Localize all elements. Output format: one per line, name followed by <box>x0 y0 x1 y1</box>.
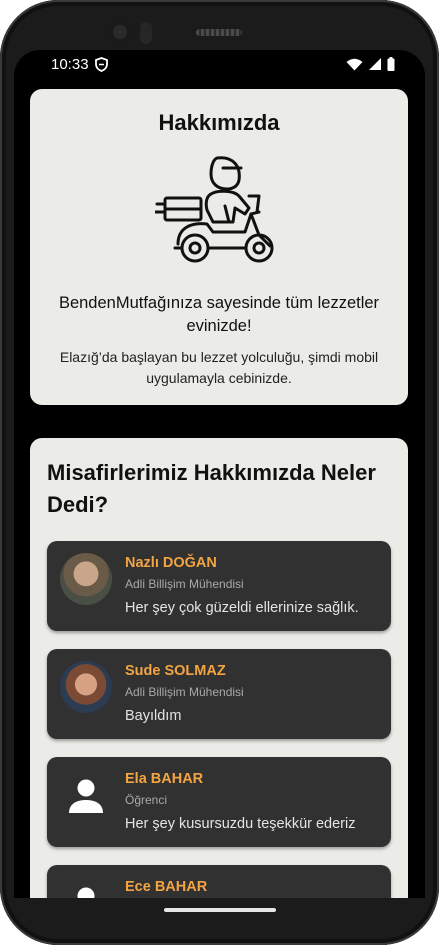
review-card[interactable]: Sude SOLMAZ Adli Billişim Mühendisi Bayı… <box>47 649 391 739</box>
earpiece-speaker <box>196 29 242 36</box>
status-icons <box>346 57 395 75</box>
reviews-card: Misafirlerimiz Hakkımızda Neler Dedi? Na… <box>30 438 408 898</box>
status-time: 10:33 <box>51 56 89 73</box>
home-indicator[interactable] <box>164 908 276 912</box>
status-bar: 10:33 <box>14 50 425 80</box>
proximity-sensor <box>140 22 152 44</box>
reviews-title: Misafirlerimiz Hakkımızda Neler Dedi? <box>47 460 376 517</box>
reviewer-name: Sude SOLMAZ <box>125 663 226 679</box>
shield-icon <box>95 57 108 76</box>
review-comment: Her şey çok güzeldi ellerinize sağlık. <box>125 600 359 616</box>
review-card[interactable]: Nazlı DOĞAN Adli Billişim Mühendisi Her … <box>47 541 391 631</box>
reviewer-name: Ece BAHAR <box>125 879 208 895</box>
review-card[interactable]: Ela BAHAR Öğrenci Her şey kusursuzdu teş… <box>47 757 391 847</box>
about-slogan: BendenMutfağınıza sayesinde tüm lezzetle… <box>58 294 380 335</box>
person-icon <box>60 877 112 898</box>
reviewer-name: Nazlı DOĞAN <box>125 555 217 571</box>
review-card[interactable]: Ece BAHAR <box>47 865 391 898</box>
reviewer-avatar <box>60 661 112 713</box>
front-camera <box>108 20 132 44</box>
review-comment: Bayıldım <box>125 708 182 724</box>
app-screen: 10:33 Hakkımızda BendenMutfağınıza sayes… <box>14 50 425 898</box>
about-title: Hakkımızda <box>158 110 280 135</box>
reviewer-avatar <box>60 553 112 605</box>
reviewer-name: Ela BAHAR <box>125 771 204 787</box>
reviewer-role: Adli Billişim Mühendisi <box>125 577 244 591</box>
signal-icon <box>368 57 382 75</box>
battery-icon <box>387 57 395 75</box>
reviewer-role: Öğrenci <box>125 793 168 807</box>
about-description: Elazığ’da başlayan bu lezzet yolculuğu, … <box>59 349 379 386</box>
delivery-scooter-icon <box>155 156 274 263</box>
phone-frame: 10:33 Hakkımızda BendenMutfağınıza sayes… <box>0 0 439 945</box>
reviewer-role: Adli Billişim Mühendisi <box>125 685 244 699</box>
person-icon <box>60 769 112 821</box>
review-comment: Her şey kusursuzdu teşekkür ederiz <box>125 816 356 832</box>
wifi-icon <box>346 58 363 75</box>
about-card: Hakkımızda BendenMutfağınıza sayesinde t… <box>30 89 408 405</box>
